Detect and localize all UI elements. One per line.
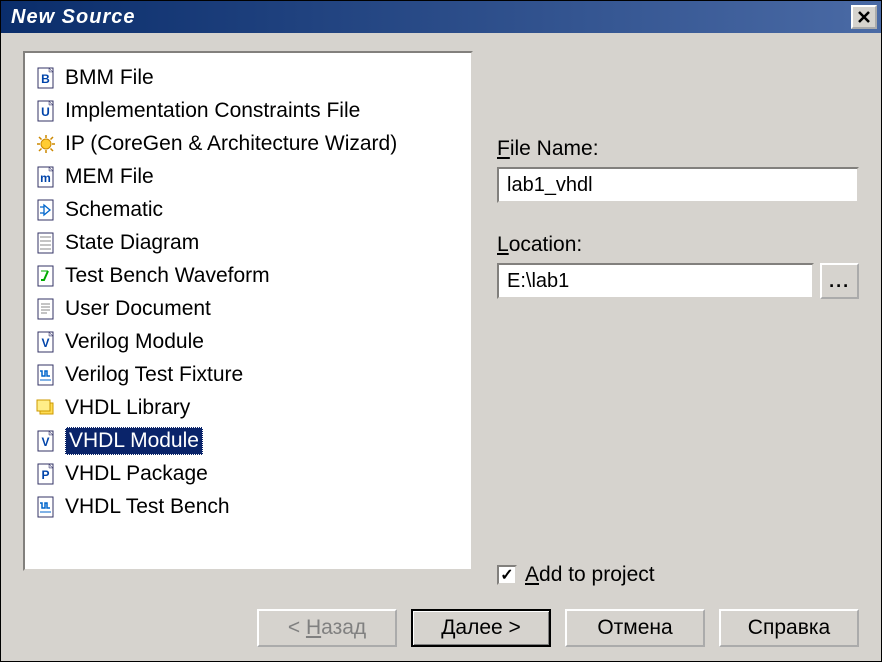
doc-v-icon: V xyxy=(35,331,57,353)
source-type-item[interactable]: User Document xyxy=(31,292,465,325)
source-type-label: VHDL Test Bench xyxy=(65,495,230,519)
dialog-content: B BMM File U Implementation Constraints … xyxy=(1,33,881,661)
doc-m-icon: m xyxy=(35,166,57,188)
source-type-label: Verilog Module xyxy=(65,330,204,354)
right-panel: File Name: Location: ... ✓ Add to projec… xyxy=(497,51,859,605)
svg-text:P: P xyxy=(41,468,49,482)
source-type-label: State Diagram xyxy=(65,231,199,255)
back-button[interactable]: < Назад xyxy=(257,609,397,647)
source-type-label: Verilog Test Fixture xyxy=(65,363,243,387)
close-button[interactable] xyxy=(851,5,877,29)
source-type-item[interactable]: V Verilog Module xyxy=(31,325,465,358)
doc-v-icon: V xyxy=(35,430,57,452)
state-diagram-icon xyxy=(35,232,57,254)
source-type-label: BMM File xyxy=(65,66,154,90)
doc-p-icon: P xyxy=(35,463,57,485)
waveform-icon xyxy=(35,265,57,287)
filename-group: File Name: xyxy=(497,137,859,203)
source-type-item[interactable]: Verilog Test Fixture xyxy=(31,358,465,391)
location-label: Location: xyxy=(497,233,859,257)
close-icon xyxy=(857,11,871,23)
source-type-item[interactable]: Test Bench Waveform xyxy=(31,259,465,292)
browse-button[interactable]: ... xyxy=(820,263,859,299)
doc-vtb-icon xyxy=(35,496,57,518)
doc-text-icon xyxy=(35,298,57,320)
source-type-item[interactable]: IP (CoreGen & Architecture Wizard) xyxy=(31,127,465,160)
source-type-label: Schematic xyxy=(65,198,163,222)
svg-text:V: V xyxy=(41,336,49,350)
source-type-label: Implementation Constraints File xyxy=(65,99,360,123)
ip-wizard-icon xyxy=(35,133,57,155)
source-type-item[interactable]: V VHDL Module xyxy=(31,424,465,457)
add-to-project-row: ✓ Add to project xyxy=(497,563,859,587)
vhdl-lib-icon xyxy=(35,397,57,419)
window-title: New Source xyxy=(11,6,135,29)
source-type-item[interactable]: m MEM File xyxy=(31,160,465,193)
source-type-item[interactable]: VHDL Library xyxy=(31,391,465,424)
location-input[interactable] xyxy=(497,263,814,299)
button-row: < Назад Далее > Отмена Справка xyxy=(23,605,859,647)
cancel-button[interactable]: Отмена xyxy=(565,609,705,647)
new-source-dialog: New Source B BMM File U Implementation C… xyxy=(0,0,882,662)
svg-text:U: U xyxy=(41,105,50,119)
titlebar: New Source xyxy=(1,1,881,33)
source-type-label: Test Bench Waveform xyxy=(65,264,270,288)
doc-u-icon: U xyxy=(35,100,57,122)
source-type-list[interactable]: B BMM File U Implementation Constraints … xyxy=(23,51,473,571)
main-row: B BMM File U Implementation Constraints … xyxy=(23,51,859,605)
source-type-item[interactable]: P VHDL Package xyxy=(31,457,465,490)
doc-vt-icon xyxy=(35,364,57,386)
add-to-project-label: Add to project xyxy=(525,563,655,587)
add-to-project-checkbox[interactable]: ✓ xyxy=(497,565,517,585)
source-type-label: VHDL Module xyxy=(65,427,203,455)
help-button[interactable]: Справка xyxy=(719,609,859,647)
source-type-item[interactable]: VHDL Test Bench xyxy=(31,490,465,523)
source-type-label: User Document xyxy=(65,297,211,321)
filename-label: File Name: xyxy=(497,137,859,161)
filename-input[interactable] xyxy=(497,167,859,203)
source-type-label: VHDL Library xyxy=(65,396,190,420)
source-type-item[interactable]: B BMM File xyxy=(31,61,465,94)
doc-b-icon: B xyxy=(35,67,57,89)
svg-text:B: B xyxy=(41,72,50,86)
location-group: Location: ... xyxy=(497,233,859,299)
source-type-item[interactable]: State Diagram xyxy=(31,226,465,259)
svg-text:m: m xyxy=(40,171,51,185)
schematic-icon xyxy=(35,199,57,221)
svg-text:V: V xyxy=(41,435,49,449)
source-type-label: VHDL Package xyxy=(65,462,208,486)
next-button[interactable]: Далее > xyxy=(411,609,551,647)
source-type-item[interactable]: Schematic xyxy=(31,193,465,226)
source-type-item[interactable]: U Implementation Constraints File xyxy=(31,94,465,127)
source-type-label: MEM File xyxy=(65,165,154,189)
source-type-label: IP (CoreGen & Architecture Wizard) xyxy=(65,132,397,156)
